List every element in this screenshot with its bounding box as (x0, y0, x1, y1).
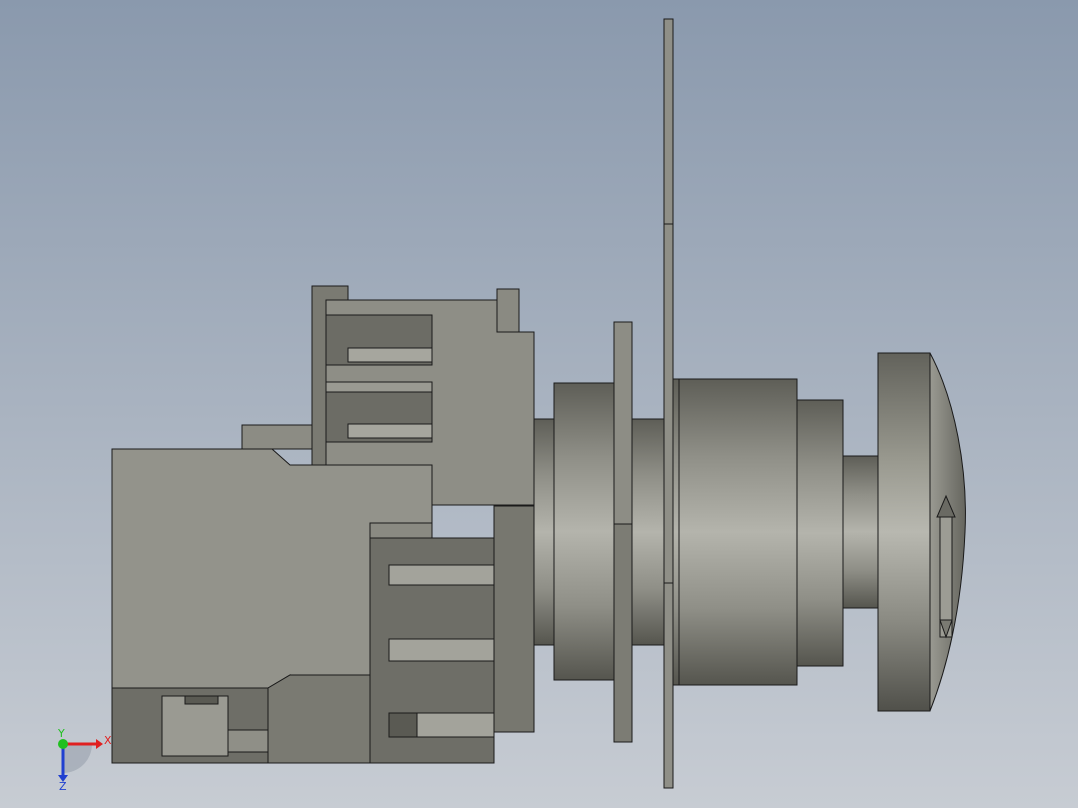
cap-body (877, 352, 931, 712)
contact-slot-1-insert (347, 347, 433, 363)
shaft-assembly[interactable] (533, 321, 665, 743)
panel-plate[interactable] (663, 18, 674, 789)
selector-cap[interactable] (877, 352, 966, 712)
z-axis-label: Z (59, 780, 67, 793)
y-axis-point (58, 739, 68, 749)
model-view[interactable]: X Y Z (0, 0, 1078, 808)
x-axis-arrowhead (96, 739, 103, 749)
lower-slot-1 (388, 564, 495, 586)
bezel-step (796, 399, 844, 667)
shaft-neck (533, 418, 555, 646)
spacer-sleeve (631, 418, 665, 646)
lower-block-flange (493, 505, 535, 733)
graphics-viewport[interactable]: X Y Z (0, 0, 1078, 808)
triad-plane-shade (63, 744, 92, 773)
housing-top-ledge (241, 424, 313, 450)
lower-slot-2 (388, 638, 495, 662)
contact-slot-2-insert (347, 423, 433, 439)
lower-block-top (369, 522, 433, 539)
housing-base-step (267, 674, 371, 764)
contact-divider (325, 381, 433, 393)
bezel-nut (672, 378, 798, 686)
mounting-collar (553, 382, 615, 681)
upper-block-latch (496, 288, 520, 333)
mounting-ring-lower (613, 523, 633, 743)
terminal-block (161, 695, 229, 757)
y-axis-label: Y (57, 727, 65, 740)
front-bezel[interactable] (672, 378, 880, 686)
lower-slot-3-cut (388, 712, 418, 738)
indicator-slot (939, 516, 953, 638)
terminal-slot (227, 729, 269, 753)
coordinate-triad: X Y Z (57, 727, 112, 793)
panel-plate-body (663, 18, 674, 789)
actuator-stem (842, 455, 880, 609)
x-axis-label: X (104, 734, 112, 747)
terminal-screw (184, 695, 219, 705)
lower-contact-block[interactable] (369, 505, 535, 764)
